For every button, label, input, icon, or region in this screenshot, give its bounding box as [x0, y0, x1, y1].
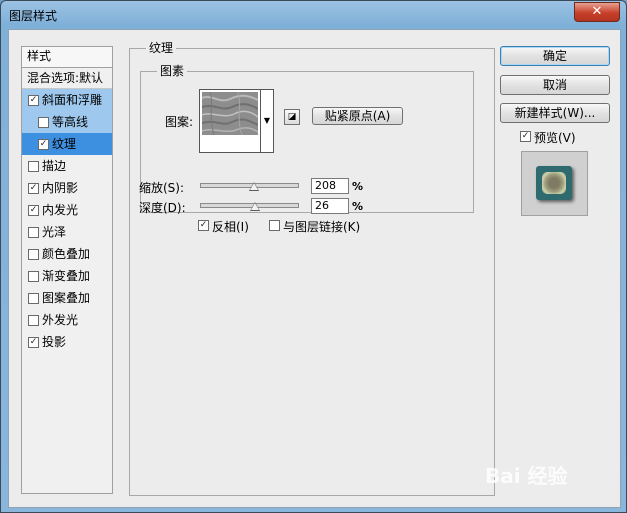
- dialog-body: 样式 混合选项:默认 ✓ 斜面和浮雕 等高线 ✓ 纹理 描边 ✓ 内阴影 ✓ 内发光 光泽 颜色叠加渐…: [8, 29, 621, 508]
- pattern-subgroup-title: 图素: [157, 64, 188, 78]
- depth-unit: %: [352, 200, 364, 213]
- checkbox-icon[interactable]: [28, 315, 39, 326]
- watermark: Bai 经验: [485, 464, 568, 488]
- style-item-label: 光泽: [42, 225, 67, 239]
- style-item-label: 图案叠加: [42, 291, 91, 305]
- checkbox-icon: [269, 220, 280, 231]
- new-preset-button[interactable]: ◪: [284, 109, 300, 125]
- new-style-button[interactable]: 新建样式(W)...: [500, 103, 610, 123]
- style-item[interactable]: 渐变叠加: [22, 265, 112, 287]
- checkbox-icon[interactable]: [38, 117, 49, 128]
- style-preview: [521, 151, 588, 216]
- checkbox-checked-icon[interactable]: ✓: [28, 183, 39, 194]
- close-button[interactable]: ✕: [574, 2, 620, 22]
- style-item-label: 纹理: [52, 137, 77, 151]
- slider-thumb-icon[interactable]: [249, 182, 260, 191]
- blend-options-item[interactable]: 混合选项:默认: [22, 68, 112, 89]
- snap-to-origin-button[interactable]: 贴紧原点(A): [312, 107, 403, 125]
- pattern-texture-preview: [202, 92, 258, 135]
- style-item-label: 渐变叠加: [42, 269, 91, 283]
- style-item-label: 描边: [42, 159, 67, 173]
- scale-input[interactable]: [311, 178, 349, 194]
- window-title: 图层样式: [9, 9, 58, 23]
- checkbox-checked-icon: ✓: [520, 131, 531, 142]
- checkbox-checked-icon[interactable]: ✓: [28, 337, 39, 348]
- style-item-label: 内发光: [42, 203, 79, 217]
- checkbox-checked-icon[interactable]: ✓: [28, 205, 39, 216]
- style-item[interactable]: ✓ 内发光: [22, 199, 112, 221]
- checkbox-icon[interactable]: [28, 271, 39, 282]
- checkbox-icon[interactable]: [28, 161, 39, 172]
- pattern-swatch[interactable]: [199, 89, 261, 153]
- checkbox-icon[interactable]: [28, 249, 39, 260]
- pattern-dropdown[interactable]: ▼: [261, 89, 274, 153]
- style-item[interactable]: 图案叠加: [22, 287, 112, 309]
- checkbox-icon[interactable]: [28, 227, 39, 238]
- style-item[interactable]: 颜色叠加: [22, 243, 112, 265]
- preview-checkbox[interactable]: ✓ 预览(V): [520, 129, 576, 146]
- style-item[interactable]: ✓ 内阴影: [22, 177, 112, 199]
- style-item-label: 等高线: [52, 115, 89, 129]
- style-item[interactable]: ✓ 投影: [22, 331, 112, 353]
- style-item[interactable]: 等高线: [22, 111, 112, 133]
- scale-unit: %: [352, 180, 364, 193]
- style-item-label: 投影: [42, 335, 67, 349]
- invert-checkbox[interactable]: ✓ 反相(I): [198, 218, 249, 235]
- styles-list: 样式 混合选项:默认 ✓ 斜面和浮雕 等高线 ✓ 纹理 描边 ✓ 内阴影 ✓ 内发光 光泽 颜色叠加渐…: [21, 46, 113, 494]
- style-item[interactable]: 描边: [22, 155, 112, 177]
- checkbox-icon[interactable]: [28, 293, 39, 304]
- texture-group-title: 纹理: [146, 41, 177, 55]
- style-item[interactable]: ✓ 斜面和浮雕: [22, 89, 112, 111]
- style-items: ✓ 斜面和浮雕 等高线 ✓ 纹理 描边 ✓ 内阴影 ✓ 内发光 光泽 颜色叠加 渐变叠加 图案叠加 外发光 ✓…: [22, 89, 112, 353]
- style-item-label: 斜面和浮雕: [42, 93, 103, 107]
- preview-thumbnail-inner: [542, 172, 566, 194]
- checkbox-checked-icon[interactable]: ✓: [28, 95, 39, 106]
- cancel-button[interactable]: 取消: [500, 75, 610, 95]
- texture-group: 纹理 图素 图案: ▼ ◪ 贴紧原点(A) 缩放(S): 208 % 深度(D)…: [129, 41, 495, 496]
- style-item-label: 内阴影: [42, 181, 79, 195]
- style-item[interactable]: ✓ 纹理: [22, 133, 112, 155]
- scale-label: 缩放(S):: [139, 181, 185, 195]
- checkbox-checked-icon[interactable]: ✓: [38, 139, 49, 150]
- styles-header[interactable]: 样式: [22, 47, 112, 68]
- preview-thumbnail: [536, 166, 572, 200]
- checkbox-checked-icon: ✓: [198, 220, 209, 231]
- link-with-layer-label: 与图层链接(K): [283, 220, 361, 234]
- style-item[interactable]: 外发光: [22, 309, 112, 331]
- new-preset-icon: ◪: [287, 112, 297, 122]
- close-icon: ✕: [591, 4, 603, 19]
- depth-input[interactable]: [311, 198, 349, 214]
- style-item-label: 颜色叠加: [42, 247, 91, 261]
- depth-slider[interactable]: [200, 202, 299, 211]
- style-item[interactable]: 光泽: [22, 221, 112, 243]
- dropdown-arrow-icon: ▼: [263, 116, 271, 125]
- title-bar[interactable]: 图层样式 ✕: [1, 1, 626, 29]
- pattern-label: 图案:: [165, 115, 194, 129]
- layer-style-dialog: 图层样式 ✕ 样式 混合选项:默认 ✓ 斜面和浮雕 等高线 ✓ 纹理 描边 ✓ 内阴影 ✓ 内发光…: [0, 0, 627, 513]
- depth-label: 深度(D):: [139, 201, 186, 215]
- slider-thumb-icon[interactable]: [250, 202, 261, 211]
- ok-button[interactable]: 确定: [500, 46, 610, 66]
- pattern-subgroup: 图素 图案: ▼ ◪ 贴紧原点(A): [140, 64, 474, 213]
- style-item-label: 外发光: [42, 313, 79, 327]
- scale-slider[interactable]: [200, 182, 299, 191]
- link-with-layer-checkbox[interactable]: 与图层链接(K): [269, 218, 360, 235]
